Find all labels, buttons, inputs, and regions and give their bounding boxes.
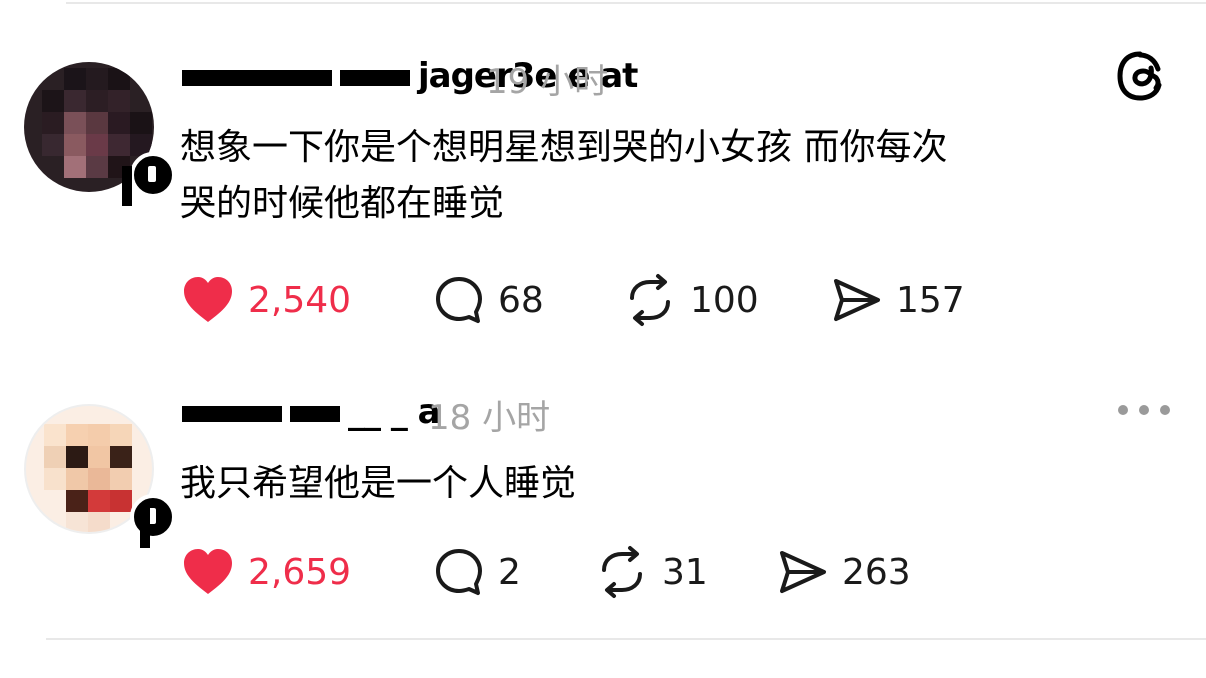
like-button[interactable]: 2,659 [180,542,351,602]
comment-icon [436,549,482,595]
more-options-icon[interactable] [1118,398,1170,422]
comment-count: 2 [498,551,521,593]
username[interactable]: __ _ a [182,392,441,432]
like-count: 2,659 [248,551,352,593]
share-count: 263 [842,551,911,593]
heart-icon [184,549,232,594]
post-text-line: 我只希望他是一个人睡觉 [180,463,577,504]
repost-button[interactable]: 31 [594,542,708,602]
post-timestamp: 18 小时 [428,398,551,438]
comment-button[interactable]: 2 [432,542,521,602]
follow-badge-icon[interactable] [130,494,176,540]
badge-stem [140,508,150,548]
repost-count: 31 [662,551,708,593]
send-icon [780,551,826,593]
share-button[interactable]: 263 [776,542,911,602]
post-2: __ _ a 18 小时 我只希望他是一个人睡觉 2,659 2 31 263 [0,0,1206,640]
repost-icon [602,546,642,598]
post-text: 我只希望他是一个人睡觉 [180,456,576,512]
